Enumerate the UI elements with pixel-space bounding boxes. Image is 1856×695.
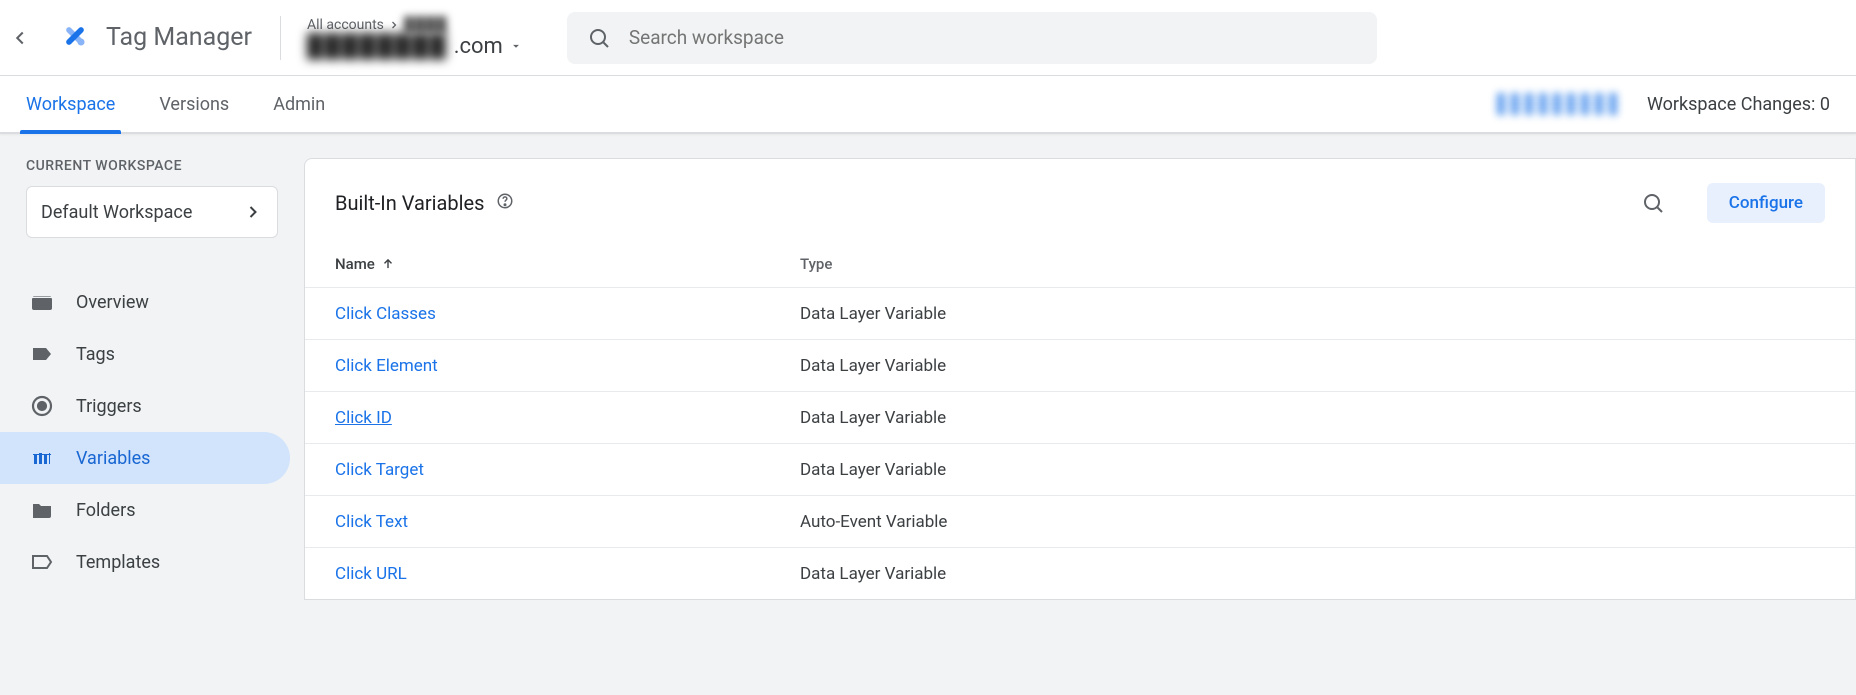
container-id-redacted [1497,93,1617,115]
sidebar-item-folders[interactable]: Folders [0,484,290,536]
variable-name-link[interactable]: Click ID [335,408,800,428]
column-header-type[interactable]: Type [800,255,1825,273]
arrow-left-icon [9,27,31,49]
variable-type: Data Layer Variable [800,408,1825,428]
sidebar-item-label: Variables [76,448,150,469]
tag-icon [30,342,54,366]
sidebar-item-overview[interactable]: Overview [0,276,290,328]
variable-icon [30,446,54,470]
search-box[interactable] [567,12,1377,64]
chevron-right-icon [243,202,263,222]
gtm-logo-icon [58,19,92,57]
variable-type: Auto-Event Variable [800,512,1825,532]
overview-icon [30,290,54,314]
sidebar-item-label: Templates [76,552,160,573]
sidebar-item-variables[interactable]: Variables [0,432,290,484]
sidebar-item-label: Triggers [76,396,142,417]
folder-icon [30,498,54,522]
table-header: Name Type [305,235,1855,287]
vertical-divider [280,16,281,60]
workspace-changes-label: Workspace Changes: [1647,94,1815,115]
container-suffix: .com [454,34,503,59]
top-bar: Tag Manager All accounts ████ ████████ .… [0,0,1856,76]
tab-workspace[interactable]: Workspace [26,76,115,132]
tab-versions[interactable]: Versions [159,76,229,132]
search-input[interactable] [629,26,1357,49]
sub-nav: Workspace Versions Admin Workspace Chang… [0,76,1856,134]
logo-area: Tag Manager [40,19,270,57]
variable-type: Data Layer Variable [800,304,1825,324]
column-header-name[interactable]: Name [335,255,800,273]
sidebar-item-label: Overview [76,292,149,313]
configure-button[interactable]: Configure [1707,183,1825,223]
table-row[interactable]: Click Element Data Layer Variable [305,339,1855,391]
sidebar-item-label: Tags [76,344,115,365]
account-switcher[interactable]: All accounts ████ ████████ .com [291,16,539,59]
sidebar-item-tags[interactable]: Tags [0,328,290,380]
app-title: Tag Manager [106,23,252,52]
workspace-selector-label: Default Workspace [41,202,192,223]
chevron-right-icon [388,19,400,31]
workspace-changes: Workspace Changes: 0 [1647,94,1830,115]
body: CURRENT WORKSPACE Default Workspace Over… [0,134,1856,695]
card-title: Built-In Variables [335,191,484,215]
caret-down-icon [509,39,523,53]
card-header: Built-In Variables Configure [305,159,1855,235]
workspace-selector[interactable]: Default Workspace [26,186,278,238]
search-icon [1641,191,1665,215]
variable-name-link[interactable]: Click Text [335,512,800,532]
table-search-button[interactable] [1631,181,1675,225]
sidebar-nav: Overview Tags Triggers Variables Folders… [26,276,290,588]
table-row[interactable]: Click URL Data Layer Variable [305,547,1855,599]
back-button[interactable] [0,27,40,49]
workspace-changes-count: 0 [1820,94,1830,115]
sidebar: CURRENT WORKSPACE Default Workspace Over… [0,134,304,695]
container-name-redacted: ████████ [307,33,448,59]
sidebar-item-triggers[interactable]: Triggers [0,380,290,432]
table-row[interactable]: Click ID Data Layer Variable [305,391,1855,443]
trigger-icon [30,394,54,418]
sidebar-item-templates[interactable]: Templates [0,536,290,588]
help-icon[interactable] [496,192,514,214]
main-panel: Built-In Variables Configure Name Type C [304,134,1856,695]
variable-name-link[interactable]: Click Target [335,460,800,480]
builtin-variables-card: Built-In Variables Configure Name Type C [304,158,1856,600]
template-icon [30,550,54,574]
variable-name-link[interactable]: Click Element [335,356,800,376]
search-icon [587,26,611,50]
tab-admin[interactable]: Admin [273,76,325,132]
variable-type: Data Layer Variable [800,564,1825,584]
table-row[interactable]: Click Text Auto-Event Variable [305,495,1855,547]
breadcrumb-prefix: All accounts [307,17,384,33]
variable-type: Data Layer Variable [800,356,1825,376]
variable-name-link[interactable]: Click Classes [335,304,800,324]
sidebar-item-label: Folders [76,500,136,521]
account-name-redacted: ████ [404,16,448,33]
variable-name-link[interactable]: Click URL [335,564,800,584]
sort-asc-icon [381,257,395,271]
table-row[interactable]: Click Classes Data Layer Variable [305,287,1855,339]
variable-type: Data Layer Variable [800,460,1825,480]
sidebar-section-title: CURRENT WORKSPACE [26,158,290,174]
table-row[interactable]: Click Target Data Layer Variable [305,443,1855,495]
column-header-name-label: Name [335,255,375,273]
